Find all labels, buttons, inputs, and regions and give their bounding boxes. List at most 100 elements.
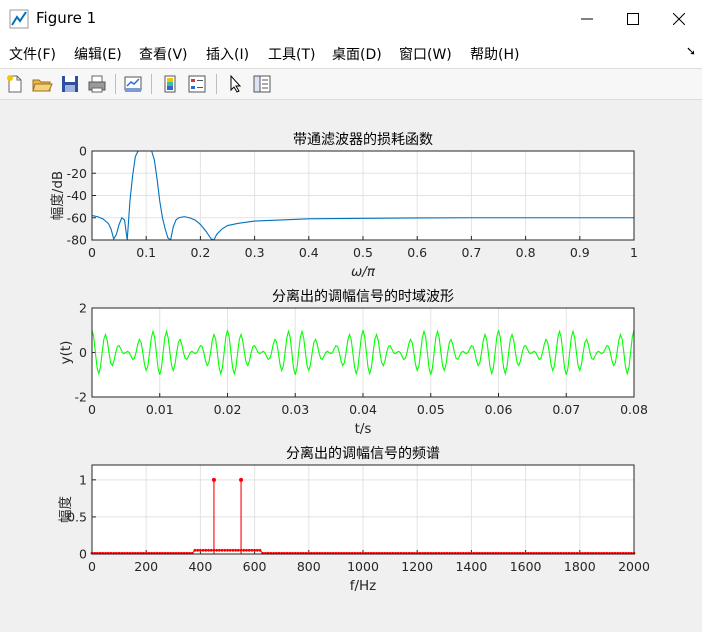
x-tick-label: 0.06 [485,402,513,417]
x-tick-label: 0.8 [516,245,536,260]
x-tick-label: 1 [630,245,638,260]
link-plot-icon[interactable] [122,73,144,95]
y-tick-label: -2 [75,390,87,405]
x-tick-label: 1800 [564,559,596,574]
spectrum-peak-marker [211,477,216,482]
x-tick-label: 0.01 [146,402,174,417]
spectrum-peak-marker [239,477,244,482]
stem-marker [258,548,262,552]
property-inspector-icon[interactable] [251,73,273,95]
y-tick-label: 0 [79,144,87,159]
axes-3: 0 200 400 600 800 1000 1200 1400 1600 1800 200010.… [58,445,650,594]
stem-marker [223,548,227,552]
stem-marker [201,548,205,552]
y-tick-label: 1 [79,472,87,487]
save-icon[interactable] [59,73,81,95]
menu-insert[interactable]: 插入(I) [206,44,249,64]
y-axis-label: 幅度 [58,496,74,523]
x-tick-label: 0 [88,245,96,260]
x-tick-label: 2000 [618,559,650,574]
x-tick-label: 1600 [510,559,542,574]
stem-marker [209,548,213,552]
x-tick-label: 1400 [455,559,487,574]
menu-help[interactable]: 帮助(H) [470,44,519,64]
menu-bar: 文件(F) 编辑(E) 查看(V) 插入(I) 工具(T) 桌面(D) 窗口(W… [0,38,702,69]
y-tick-label: -60 [67,210,87,225]
menu-tools[interactable]: 工具(T) [268,44,315,64]
stem-marker [226,548,229,552]
minimize-icon [581,18,593,20]
x-tick-label: 0.3 [245,245,265,260]
axes-1: 0 0.1 0.2 0.3 0.4 0.5 0.6 0.7 0.8 0.9 1 0 -20 -40 -60 -… [50,132,638,280]
x-tick-label: 0.05 [417,402,445,417]
x-tick-label: 600 [243,559,267,574]
x-axis-label: t/s [355,421,372,437]
x-tick-label: 1000 [347,559,379,574]
colorbar-icon[interactable] [159,73,181,95]
legend-icon[interactable] [186,73,208,95]
y-tick-label: -40 [67,188,87,203]
stem-marker [215,548,219,552]
x-tick-label: 0.6 [407,245,427,260]
stem-marker [220,548,224,552]
x-axis-label: ω/π [351,264,376,280]
stem-marker [217,548,221,552]
matlab-icon [9,9,29,29]
chart-title: 分离出的调幅信号的频谱 [286,445,440,462]
axes-2: 0 0.01 0.02 0.03 0.04 0.05 0.06 0.07 0.0820-2分离出… [58,288,648,437]
chart-title: 分离出的调幅信号的时域波形 [272,288,454,305]
menu-window[interactable]: 窗口(W) [399,44,452,64]
x-tick-label: 0.4 [299,245,319,260]
stem-marker [204,548,208,552]
stem-marker [250,548,254,552]
x-tick-label: 1200 [401,559,433,574]
dock-arrow-icon[interactable]: ➘ [686,44,696,58]
maximize-button[interactable] [610,0,656,38]
stem-marker [253,548,256,552]
stem-marker [242,548,246,552]
close-icon [673,13,685,25]
menu-edit[interactable]: 编辑(E) [74,44,122,64]
toolbar-separator [216,74,217,94]
stem-marker [234,548,238,552]
title-bar: Figure 1 [0,0,702,38]
y-tick-label: -20 [67,166,87,181]
select-arrow-icon[interactable] [224,73,246,95]
stem-marker [196,548,200,552]
stem-marker [245,548,248,552]
print-icon[interactable] [86,73,108,95]
toolbar-separator [151,74,152,94]
new-figure-icon[interactable] [4,73,26,95]
figure-canvas: 0 0.1 0.2 0.3 0.4 0.5 0.6 0.7 0.8 0.9 1 0 -20 -40 -60-… [0,100,702,628]
menu-view[interactable]: 查看(V) [139,44,188,64]
y-tick-label: -80 [67,233,87,248]
x-tick-label: 0.04 [349,402,377,417]
minimize-button[interactable] [564,0,610,38]
x-tick-label: 0 [88,402,96,417]
close-button[interactable] [656,0,702,38]
stem-marker [236,548,240,552]
y-axis-label: 幅度/dB [50,171,66,220]
x-tick-label: 0.1 [136,245,156,260]
x-tick-label: 0.08 [620,402,648,417]
x-tick-label: 0.5 [353,245,373,260]
stem-marker [228,548,232,552]
y-tick-label: 0 [79,547,87,562]
open-file-icon[interactable] [31,73,53,95]
x-tick-label: 0 [88,559,96,574]
menu-file[interactable]: 文件(F) [9,44,56,64]
maximize-icon [627,13,639,25]
window-title: Figure 1 [36,9,97,27]
stem-marker [255,548,259,552]
x-tick-label: 0.07 [552,402,580,417]
x-tick-label: 0.9 [570,245,590,260]
stem-marker [247,548,251,552]
toolbar-separator [115,74,116,94]
menu-desktop[interactable]: 桌面(D) [332,44,382,64]
toolbar [0,69,702,100]
plots-svg: 0 0.1 0.2 0.3 0.4 0.5 0.6 0.7 0.8 0.9 10-20-40-60-… [50,132,650,594]
stem-marker [207,548,210,552]
x-axis-label: f/Hz [350,578,377,594]
x-tick-label: 800 [297,559,321,574]
x-tick-label: 400 [188,559,212,574]
